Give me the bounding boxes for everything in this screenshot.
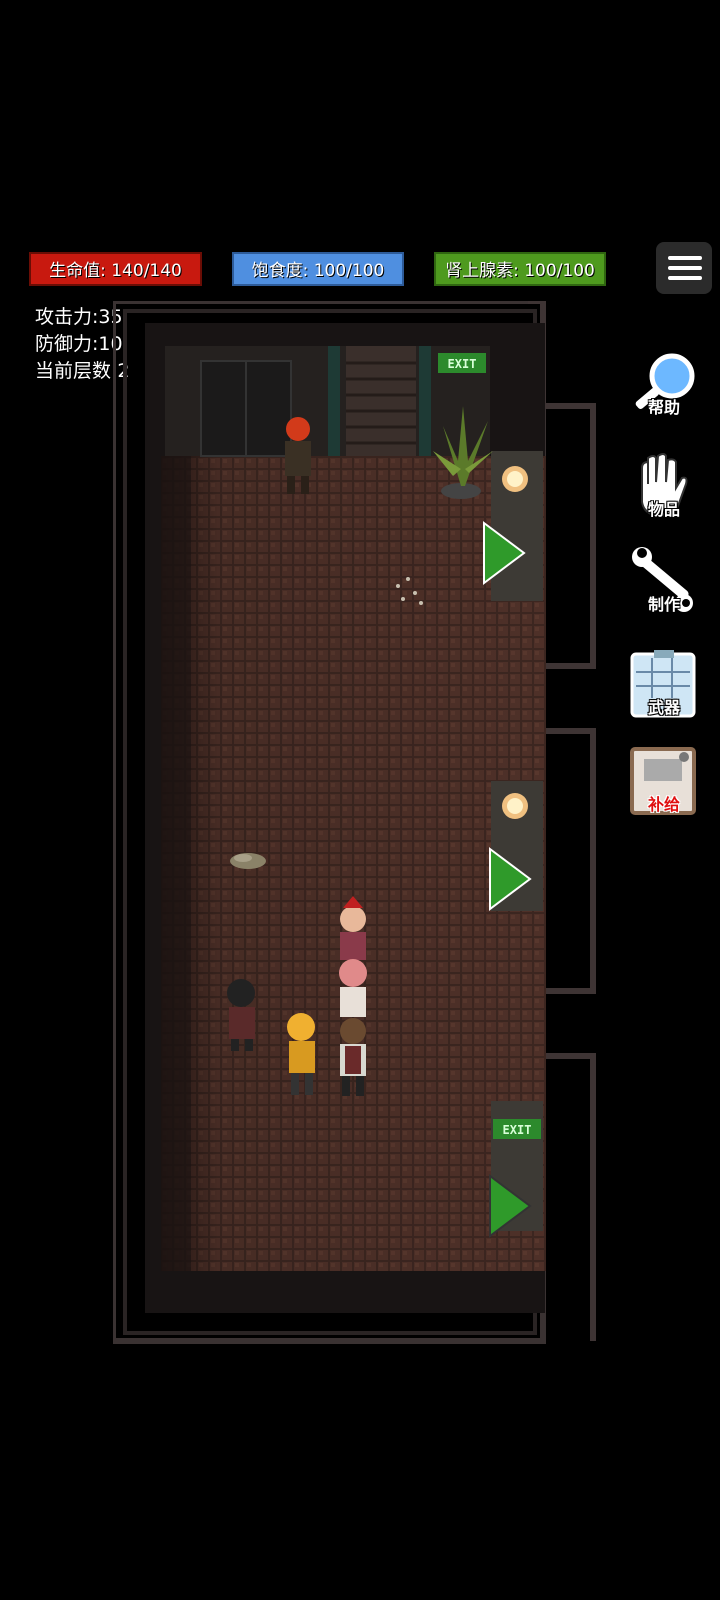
exit-sign-text: EXIT bbox=[503, 1123, 532, 1137]
weapons-button[interactable]: 武器 bbox=[628, 648, 700, 720]
items-label: 物品 bbox=[647, 500, 680, 519]
door-arrow-right-2[interactable] bbox=[488, 847, 534, 911]
help-button[interactable]: 帮助 bbox=[628, 348, 700, 420]
defense-stat: 防御力:10 bbox=[35, 333, 123, 355]
wall-lamp bbox=[502, 793, 528, 819]
adrenaline-bar: 肾上腺素: 100/100 bbox=[434, 252, 606, 286]
items-button[interactable]: 物品 bbox=[628, 450, 700, 522]
supply-button[interactable]: 补给 bbox=[628, 745, 700, 817]
craft-label: 制作 bbox=[647, 595, 680, 614]
help-label: 帮助 bbox=[647, 398, 680, 417]
craft-button[interactable]: 制作 bbox=[628, 545, 700, 617]
door-arrow-right-3[interactable] bbox=[488, 1174, 534, 1238]
door-arrow-right-1[interactable] bbox=[482, 521, 528, 585]
survivor-pink-hair[interactable] bbox=[339, 959, 367, 1017]
menu-line bbox=[668, 256, 702, 260]
menu-line bbox=[668, 276, 702, 280]
menu-line bbox=[668, 266, 702, 270]
floor-item[interactable] bbox=[230, 853, 266, 869]
menu-button[interactable] bbox=[656, 242, 712, 294]
weapons-label: 武器 bbox=[647, 698, 680, 717]
exit-sign-top: EXIT bbox=[438, 353, 486, 373]
wall-lamp bbox=[502, 466, 528, 492]
exit-sign-text: EXIT bbox=[448, 357, 477, 371]
hunger-bar: 饱食度: 100/100 bbox=[232, 252, 404, 286]
health-bar: 生命值: 140/140 bbox=[29, 252, 202, 286]
attack-stat: 攻击力:35 bbox=[35, 306, 123, 328]
supply-label: 补给 bbox=[647, 795, 680, 814]
exit-sign-bottom: EXIT bbox=[493, 1119, 541, 1139]
